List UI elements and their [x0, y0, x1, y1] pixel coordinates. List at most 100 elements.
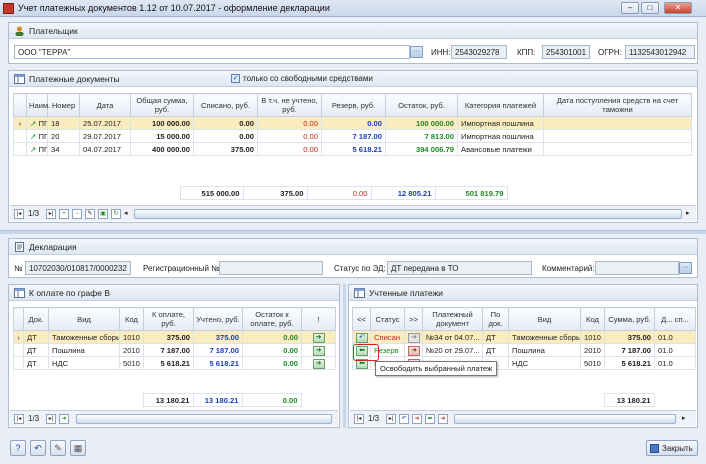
undo-all-icon[interactable]: ↶: [399, 414, 409, 424]
horizontal-scrollbar[interactable]: [454, 414, 676, 424]
col-header[interactable]: Категория платежей: [457, 93, 544, 117]
table-header-row: Док. Вид Код К оплате, руб. Учтено, руб.…: [13, 307, 336, 331]
col-header[interactable]: Общая сумма, руб.: [130, 93, 194, 117]
payer-select-button[interactable]: ···: [410, 46, 423, 58]
add-all-icon[interactable]: ➜: [59, 414, 69, 424]
table-row[interactable]: › ↗ ПП 18 25.07.2017 100 000.00 0.00 0.0…: [13, 116, 692, 130]
exit-icon: [650, 444, 659, 453]
last-record-icon[interactable]: ▸|: [386, 414, 396, 424]
first-record-icon[interactable]: |◂: [14, 209, 24, 219]
counted-header: Учтенные платежи: [349, 285, 697, 301]
delete-icon[interactable]: −: [72, 209, 82, 219]
release-tooltip: Освободить выбранный платеж: [375, 361, 498, 376]
horizontal-splitter[interactable]: [0, 230, 706, 234]
col-header[interactable]: Дата поступления средств на счет таможни: [543, 93, 692, 117]
col-header[interactable]: Остаток, руб.: [385, 93, 458, 117]
to-pay-title: К оплате по графе В: [29, 288, 111, 298]
col-header[interactable]: Код: [119, 307, 144, 331]
vertical-splitter[interactable]: [343, 284, 346, 428]
table-row[interactable]: ↶ Списан ➜ №34 от 04.07... ДТ Таможенные…: [352, 330, 696, 344]
maximize-button[interactable]: □: [641, 2, 659, 14]
col-header[interactable]: Статус: [370, 307, 405, 331]
last-record-icon[interactable]: ▸|: [46, 209, 56, 219]
add-icon[interactable]: +: [59, 209, 69, 219]
scroll-left-icon[interactable]: ◂: [124, 209, 132, 219]
col-header[interactable]: По док.: [482, 307, 509, 331]
col-header[interactable]: Док.: [23, 307, 49, 331]
col-header[interactable]: Учтено, руб.: [193, 307, 243, 331]
write-off-all-header[interactable]: >>: [404, 307, 423, 331]
col-header[interactable]: Д... сп...: [654, 307, 696, 331]
col-header[interactable]: !: [301, 307, 336, 331]
table-header-row: Наим. Номер Дата Общая сумма, руб. Списа…: [13, 93, 692, 117]
write-off-all-icon[interactable]: ➜: [412, 414, 422, 424]
table-row[interactable]: ДТ Пошлина 2010 7 187.00 7 187.00 0.00 ➜: [13, 343, 336, 357]
edit-icon[interactable]: ✎: [85, 209, 95, 219]
first-record-icon[interactable]: |◂: [354, 414, 364, 424]
total-rest: 0.00: [241, 393, 302, 407]
comment-field[interactable]: [595, 261, 679, 275]
close-label: Закрыть: [662, 444, 693, 453]
add-payment-button[interactable]: ➜: [312, 345, 325, 356]
scroll-right-icon[interactable]: ▸: [682, 414, 690, 424]
col-header[interactable]: Сумма, руб.: [604, 307, 655, 331]
refresh-icon[interactable]: ↻: [111, 209, 121, 219]
release-all-icon[interactable]: ⬅: [425, 414, 435, 424]
table-row[interactable]: › ДТ Таможенные сборы 1010 375.00 375.00…: [13, 330, 336, 344]
col-header[interactable]: Вид: [508, 307, 581, 331]
app-icon: [3, 3, 14, 14]
table-row[interactable]: ↗ ПП 34 04.07.2017 400 000.00 375.00 0.0…: [13, 142, 692, 156]
minimize-button[interactable]: –: [621, 2, 639, 14]
to-pay-navbar: |◂ 1/3 ▸| ➜: [10, 410, 338, 426]
write-off-selected-icon[interactable]: ➜: [438, 414, 448, 424]
horizontal-scrollbar[interactable]: [76, 414, 332, 424]
payer-name-field[interactable]: ООО "ТЕРРА": [14, 45, 410, 59]
col-header[interactable]: Списано, руб.: [193, 93, 258, 117]
write-off-icon[interactable]: ➜: [408, 332, 420, 343]
undo-icon[interactable]: ↶: [356, 332, 368, 343]
col-header[interactable]: К оплате, руб.: [143, 307, 194, 331]
inn-field: 2543029278: [451, 45, 507, 59]
close-window-button[interactable]: ✕: [664, 2, 692, 14]
decl-number-field: 10702030/010817/0000232: [25, 261, 131, 275]
clear-button[interactable]: ✎: [50, 440, 66, 456]
col-header[interactable]: Платежный документ: [422, 307, 483, 331]
table-row[interactable]: ⬅ Резерв ➜ №20 от 29.07... ДТ Пошлина 20…: [352, 343, 696, 357]
scroll-right-icon[interactable]: ▸: [686, 209, 694, 219]
ogrn-label: ОГРН:: [598, 48, 622, 57]
save-icon[interactable]: ▣: [98, 209, 108, 219]
col-header[interactable]: Остаток к оплате, руб.: [242, 307, 302, 331]
ogrn-field: 1132543012942: [625, 45, 695, 59]
write-off-button[interactable]: ➜: [408, 345, 420, 356]
table-row[interactable]: ↗ ПП 20 29.07.2017 15 000.00 0.00 0.00 7…: [13, 129, 692, 143]
comment-edit-button[interactable]: ···: [679, 262, 692, 274]
col-header[interactable]: Наим.: [26, 93, 50, 117]
undo-button[interactable]: ↶: [30, 440, 46, 456]
add-payment-button[interactable]: ➜: [312, 332, 325, 343]
col-header[interactable]: Дата: [79, 93, 131, 117]
col-header[interactable]: Резерв, руб.: [321, 93, 386, 117]
only-free-label: только со свободными средствами: [243, 74, 373, 83]
col-header[interactable]: Вид: [48, 307, 120, 331]
payment-docs-totals: 515 000.00 375.00 0.00 12 805.21 501 819…: [13, 186, 691, 200]
calculator-button[interactable]: ▦: [70, 440, 86, 456]
total-pay: 13 180.21: [142, 393, 194, 407]
payer-panel: Плательщик ООО "ТЕРРА" ··· ИНН: 25430292…: [8, 22, 698, 64]
doc-type-icon: ↗: [30, 144, 37, 154]
table-row[interactable]: ДТ НДС 5010 5 618.21 5 618.21 0.00 ➜: [13, 356, 336, 370]
col-header[interactable]: В т.ч. не учтено, руб.: [257, 93, 322, 117]
col-header[interactable]: Код: [580, 307, 605, 331]
add-payment-button[interactable]: ➜: [312, 358, 325, 369]
payment-docs-title: Платежные документы: [29, 74, 120, 84]
payment-docs-navbar: |◂ 1/3 ▸| + − ✎ ▣ ↻ ◂ ▸: [10, 205, 696, 221]
last-record-icon[interactable]: ▸|: [46, 414, 56, 424]
col-header[interactable]: Номер: [47, 93, 80, 117]
release-all-header[interactable]: <<: [352, 307, 371, 331]
horizontal-scrollbar[interactable]: [134, 209, 682, 219]
total-counted-sum: 13 180.21: [603, 393, 655, 407]
close-button[interactable]: Закрыть: [646, 440, 698, 456]
help-button[interactable]: ?: [10, 440, 26, 456]
only-free-checkbox[interactable]: ✓: [231, 74, 240, 83]
first-record-icon[interactable]: |◂: [14, 414, 24, 424]
record-counter: 1/3: [28, 209, 40, 218]
